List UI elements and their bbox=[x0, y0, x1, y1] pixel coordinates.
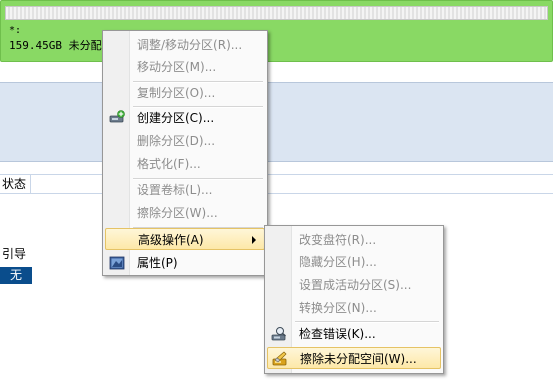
boot-value[interactable]: 无 bbox=[0, 267, 32, 284]
properties-icon bbox=[109, 256, 125, 270]
submenu-item-wipe-unallocated[interactable]: 擦除未分配空间(W)... bbox=[267, 347, 441, 369]
submenu-item-hide-partition[interactable]: 隐藏分区(H)... bbox=[267, 251, 441, 273]
advanced-submenu: 改变盘符(R)... 隐藏分区(H)... 设置成活动分区(S)... 转换分区… bbox=[264, 225, 444, 374]
column-header-status[interactable]: 状态 bbox=[0, 175, 32, 193]
menu-item-copy[interactable]: 复制分区(O)... bbox=[105, 82, 265, 104]
submenu-item-change-drive-letter[interactable]: 改变盘符(R)... bbox=[267, 229, 441, 251]
check-errors-icon bbox=[271, 327, 286, 341]
menu-item-properties[interactable]: 属性(P) bbox=[105, 252, 265, 274]
table-header: 状态 bbox=[0, 174, 553, 194]
boot-label: 引导 bbox=[2, 247, 27, 261]
menu-item-wipe-partition[interactable]: 擦除分区(W)... bbox=[105, 202, 265, 224]
submenu-item-check-errors[interactable]: 检查错误(K)... bbox=[267, 323, 441, 345]
menu-item-move[interactable]: 移动分区(M)... bbox=[105, 56, 265, 78]
submenu-item-set-active[interactable]: 设置成活动分区(S)... bbox=[267, 274, 441, 296]
menu-item-delete[interactable]: 删除分区(D)... bbox=[105, 130, 265, 152]
menu-item-advanced[interactable]: 高级操作(A) bbox=[105, 228, 265, 250]
wipe-unallocated-icon bbox=[272, 351, 287, 366]
unallocated-disk-block[interactable]: *: 159.45GB 未分配 bbox=[0, 0, 553, 62]
menu-item-create[interactable]: 创建分区(C)... bbox=[105, 107, 265, 129]
menu-item-format[interactable]: 格式化(F)... bbox=[105, 153, 265, 175]
create-partition-icon bbox=[109, 110, 125, 123]
disk-drive-letter: *: bbox=[9, 25, 22, 36]
menu-item-resize-move[interactable]: 调整/移动分区(R)... bbox=[105, 34, 265, 56]
submenu-arrow-icon bbox=[252, 236, 256, 244]
partition-context-menu: 调整/移动分区(R)... 移动分区(M)... 复制分区(O)... 创建分区… bbox=[102, 30, 268, 276]
disk-map-area bbox=[0, 82, 553, 162]
disk-size-label: 159.45GB 未分配 bbox=[9, 39, 102, 52]
disk-usage-stripe bbox=[5, 6, 548, 20]
menu-item-set-label[interactable]: 设置卷标(L)... bbox=[105, 179, 265, 201]
submenu-item-convert-partition[interactable]: 转换分区(N)... bbox=[267, 297, 441, 319]
